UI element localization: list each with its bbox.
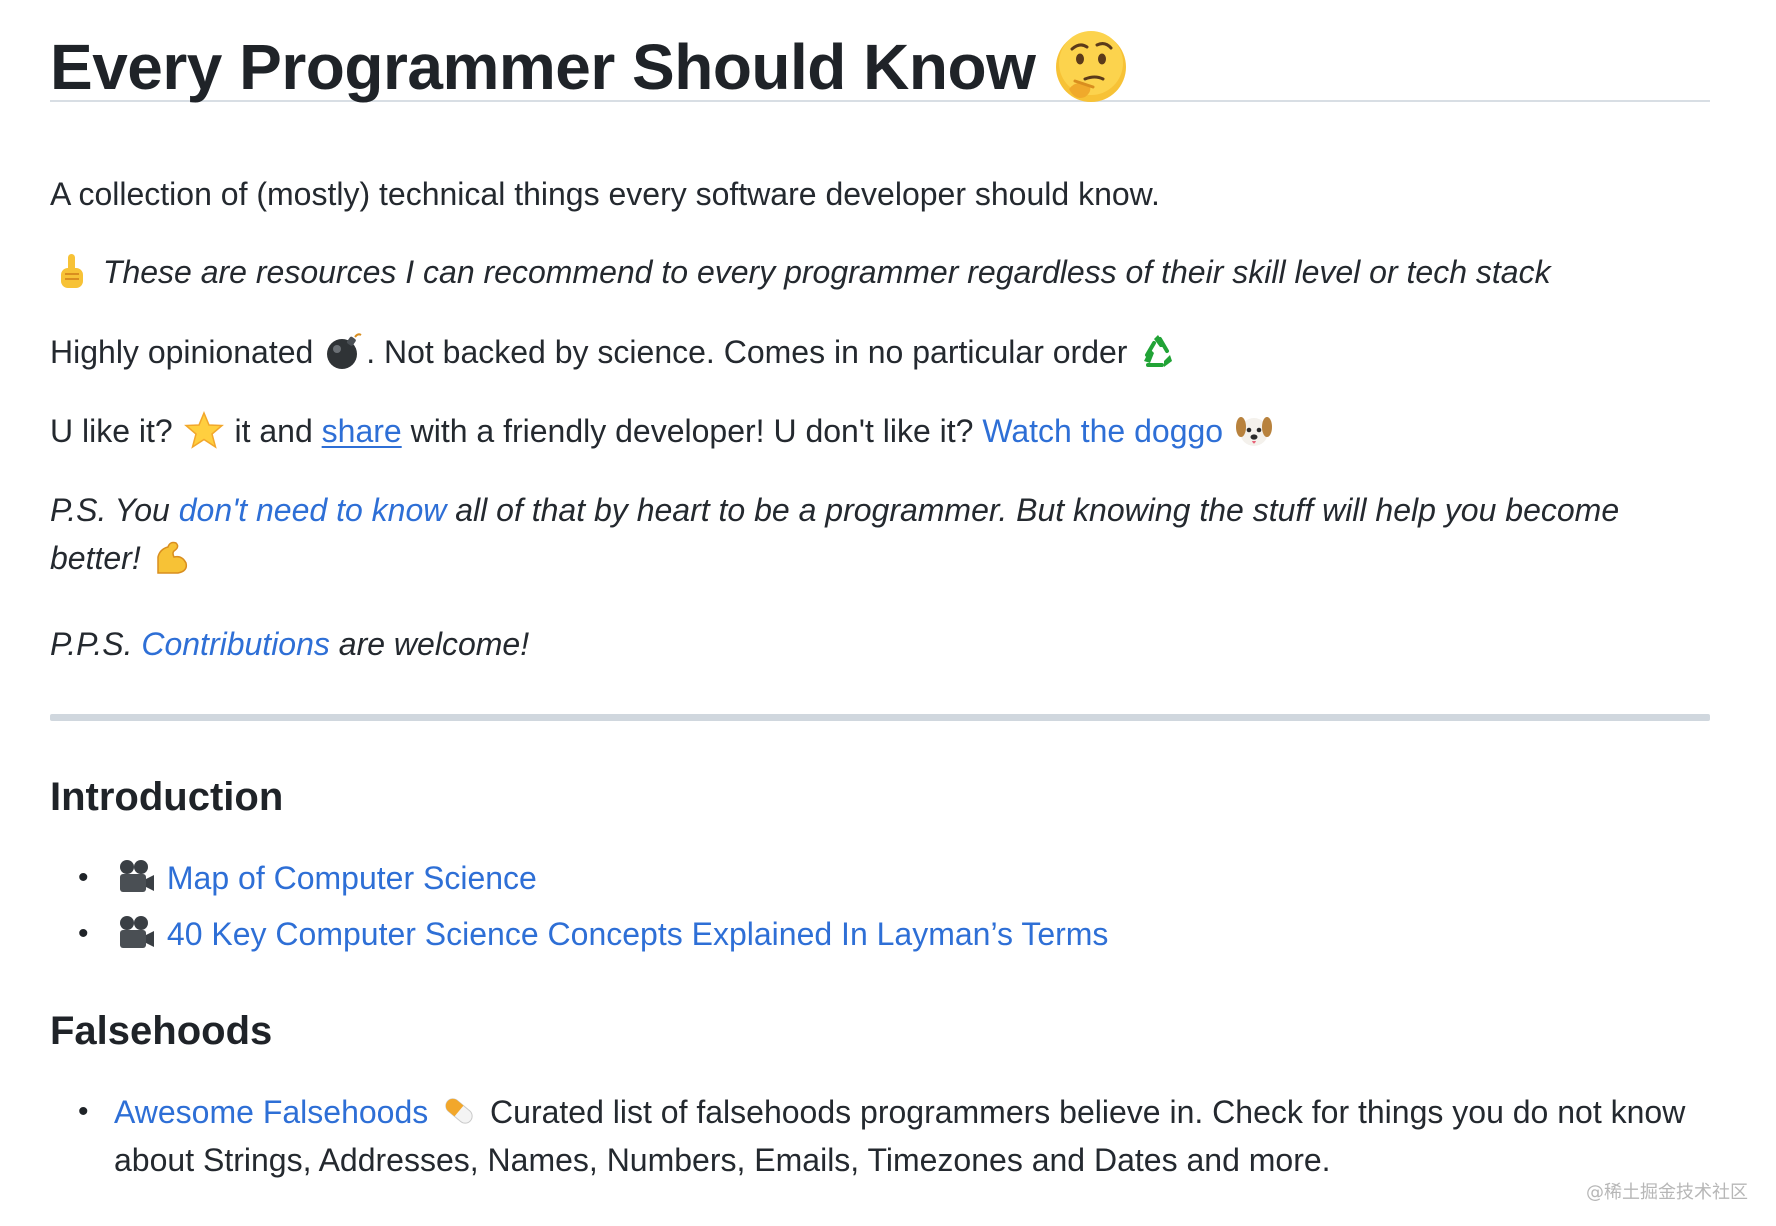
recycle-icon	[1144, 335, 1173, 367]
ps-paragraph: P.S. You don't need to know all of that …	[50, 486, 1710, 582]
section-divider	[50, 714, 1710, 721]
readme-content: Every Programmer Should Know A collectio…	[50, 0, 1710, 1178]
movie-camera-icon	[120, 860, 154, 892]
pill-icon	[445, 1098, 473, 1124]
thinking-face-icon	[1056, 31, 1127, 102]
heading-falsehoods: Falsehoods	[50, 1009, 273, 1053]
bomb-icon	[327, 333, 362, 369]
list-bullet: •	[78, 861, 89, 894]
page-title: Every Programmer Should Know	[50, 0, 1710, 102]
star-icon	[183, 411, 224, 449]
list-bullet: •	[78, 1095, 89, 1128]
list-item: • 40 Key Computer Science Concepts Expla…	[50, 910, 1710, 958]
watermark: @稀土掘金技术社区	[1586, 1182, 1748, 1203]
list-item: • Map of Computer Science	[50, 854, 1710, 902]
pps-text-b: are welcome!	[329, 626, 530, 662]
movie-camera-icon	[120, 916, 154, 948]
list-item: • Awesome Falsehoods Curated list of fal…	[50, 1088, 1710, 1184]
ps-text-a: P.S. You	[50, 492, 179, 528]
intro-line-1: A collection of (mostly) technical thing…	[50, 176, 1160, 212]
dog-face-icon	[1235, 417, 1272, 446]
contributions-link[interactable]: Contributions	[141, 626, 330, 662]
map-of-computer-science-link[interactable]: Map of Computer Science	[167, 860, 537, 896]
intro-line-3-text-a: Highly opinionated	[50, 334, 323, 370]
list-bullet: •	[78, 917, 89, 950]
watch-doggo-link[interactable]: Watch the doggo	[982, 413, 1223, 449]
key-cs-concepts-link[interactable]: 40 Key Computer Science Concepts Explain…	[167, 916, 1109, 952]
pointing-up-icon	[61, 254, 83, 288]
intro-line-2-text: These are resources I can recommend to e…	[102, 254, 1551, 290]
flexed-biceps-icon	[156, 541, 187, 574]
intro-line-3-text-b: . Not backed by science. Comes in no par…	[366, 334, 1137, 370]
dont-need-to-know-link[interactable]: don't need to know	[179, 492, 447, 528]
page-title-text: Every Programmer Should Know	[50, 31, 1036, 103]
intro-line-2: These are resources I can recommend to e…	[50, 248, 1551, 296]
share-link[interactable]: share	[322, 413, 402, 449]
heading-introduction: Introduction	[50, 775, 284, 819]
introduction-list: • Map of Computer Science • 40 Key Compu…	[50, 854, 1710, 966]
intro-line-4-text-a: U like it?	[50, 413, 182, 449]
intro-line-3: Highly opinionated . Not backed by scien…	[50, 328, 1180, 376]
falsehoods-list: • Awesome Falsehoods Curated list of fal…	[50, 1088, 1710, 1192]
intro-line-4-text-c: with a friendly developer! U don't like …	[401, 413, 983, 449]
pps-paragraph: P.P.S. Contributions are welcome!	[50, 620, 529, 668]
intro-line-4: U like it? it and share with a friendly …	[50, 407, 1276, 455]
awesome-falsehoods-link[interactable]: Awesome Falsehoods	[114, 1094, 428, 1130]
pps-text-a: P.P.S.	[50, 626, 142, 662]
intro-line-4-text-b: it and	[225, 413, 322, 449]
